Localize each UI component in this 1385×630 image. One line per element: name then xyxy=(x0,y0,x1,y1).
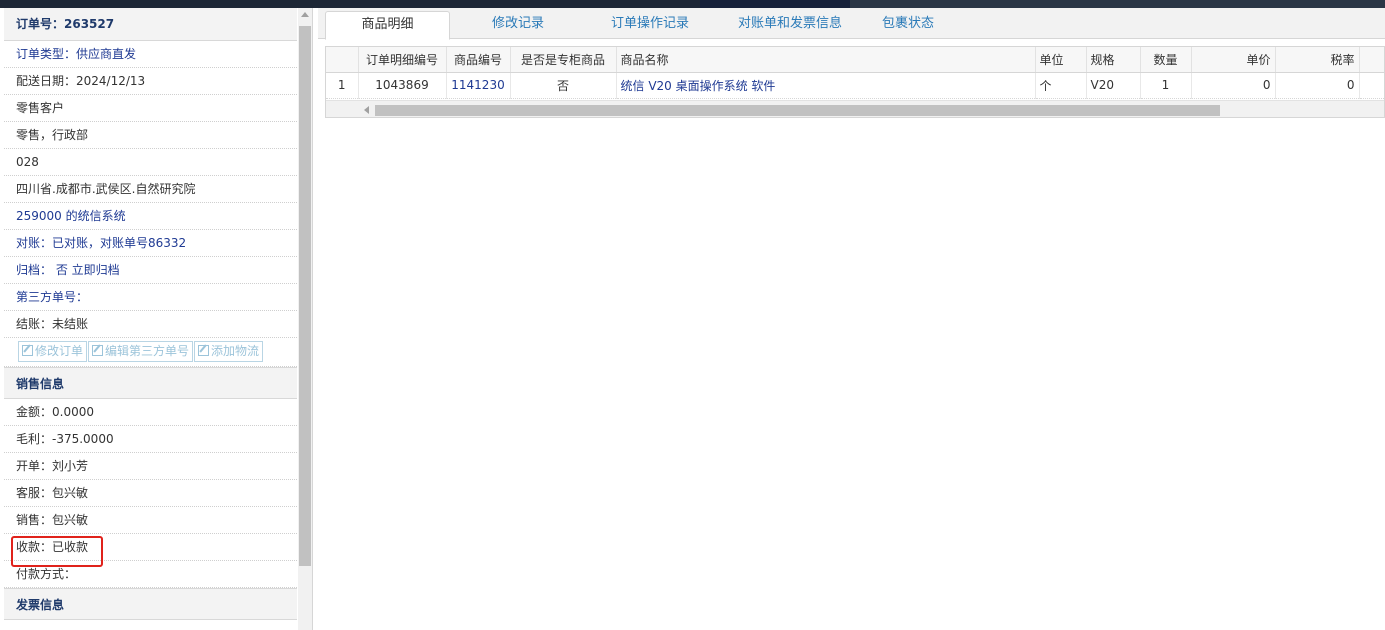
table-horizontal-scrollbar[interactable] xyxy=(326,100,1384,117)
scrollbar-thumb[interactable] xyxy=(299,26,311,566)
column-header-spec[interactable]: 规格 xyxy=(1086,47,1141,73)
add-logistics-button[interactable]: 添加物流 xyxy=(194,341,264,362)
product-table: 订单明细编号 商品编号 是否是专柜商品 商品名称 单位 规格 数量 单价 税率 … xyxy=(325,46,1385,118)
cell-unit-price: 0 xyxy=(1191,72,1276,99)
cell-counter-product: 否 xyxy=(510,72,617,99)
sales-info-row: 毛利：-375.0000 xyxy=(4,426,297,453)
order-info-content: 订单号：263527 订单类型：供应商直发 配送日期：2024/12/13 零售客户… xyxy=(4,8,297,620)
edit-third-party-number-button[interactable]: 编辑第三方单号 xyxy=(88,341,194,362)
cell-tax-rate: 0 xyxy=(1275,72,1360,99)
order-action-buttons: 修改订单 编辑第三方单号 添加物流 xyxy=(4,338,297,367)
order-detail-row: 结账：未结账 xyxy=(4,311,297,338)
order-detail-row: 零售客户 xyxy=(4,95,297,122)
cell-unit: 个 xyxy=(1035,72,1087,99)
scroll-up-icon[interactable] xyxy=(301,12,309,17)
order-detail-row: 配送日期：2024/12/13 xyxy=(4,68,297,95)
payment-status-highlight xyxy=(11,536,103,567)
column-header-quantity[interactable]: 数量 xyxy=(1140,47,1192,73)
column-header-product-name[interactable]: 商品名称 xyxy=(616,47,1036,73)
column-header-index xyxy=(326,47,359,73)
add-logistics-label: 添加物流 xyxy=(211,344,260,358)
order-detail-row[interactable]: 对账：已对账，对账单号86332 xyxy=(4,230,297,257)
column-header-counter-product[interactable]: 是否是专柜商品 xyxy=(510,47,617,73)
order-detail-list: 订单类型：供应商直发 配送日期：2024/12/13 零售客户 零售，行政部 028 四川… xyxy=(4,41,297,338)
cell-quantity: 1 xyxy=(1140,72,1192,99)
sales-info-title: 销售信息 xyxy=(4,367,297,399)
cell-extra xyxy=(1359,72,1384,99)
tab-bar: 商品明细 修改记录 订单操作记录 对账单和发票信息 包裹状态 xyxy=(318,8,1385,40)
tab-product-details[interactable]: 商品明细 xyxy=(325,11,450,40)
column-header-unit[interactable]: 单位 xyxy=(1035,47,1087,73)
order-detail-row: 028 xyxy=(4,149,297,176)
cell-detail-id: 1043869 xyxy=(358,72,447,99)
table-header-row: 订单明细编号 商品编号 是否是专柜商品 商品名称 单位 规格 数量 单价 税率 xyxy=(326,47,1384,73)
horizontal-scrollbar-thumb[interactable] xyxy=(375,105,1220,116)
sales-info-row: 开单：刘小芳 xyxy=(4,453,297,480)
order-detail-row[interactable]: 259000 的统信系统 xyxy=(4,203,297,230)
sales-info-row: 金额：0.0000 xyxy=(4,399,297,426)
edit-icon xyxy=(22,345,33,356)
edit-order-button[interactable]: 修改订单 xyxy=(18,341,88,362)
edit-third-party-number-label: 编辑第三方单号 xyxy=(105,344,190,358)
order-number: 订单号：263527 xyxy=(4,8,297,41)
order-detail-row: 零售，行政部 xyxy=(4,122,297,149)
cell-index: 1 xyxy=(326,72,359,99)
tab-package-status[interactable]: 包裹状态 xyxy=(868,11,948,39)
tab-order-operation-log[interactable]: 订单操作记录 xyxy=(590,11,710,39)
invoice-info-title: 发票信息 xyxy=(4,588,297,620)
top-bar-segment xyxy=(850,0,1385,8)
cell-product-id[interactable]: 1141230 xyxy=(446,72,511,99)
order-detail-row[interactable]: 归档： 否 立即归档 xyxy=(4,257,297,284)
column-header-tax-rate[interactable]: 税率 xyxy=(1275,47,1360,73)
scroll-left-icon[interactable] xyxy=(364,106,369,114)
sales-info-row: 销售：包兴敏 xyxy=(4,507,297,534)
edit-order-label: 修改订单 xyxy=(35,344,84,358)
tab-modification-log[interactable]: 修改记录 xyxy=(463,11,573,39)
edit-icon xyxy=(198,345,210,356)
table-row[interactable]: 1 1043869 1141230 否 统信 V20 桌面操作系统 软件 个 V… xyxy=(326,72,1384,99)
top-bar-segment xyxy=(0,0,700,8)
edit-icon xyxy=(92,345,104,356)
order-detail-row: 四川省.成都市.武侯区.自然研究院 xyxy=(4,176,297,203)
sales-info-row: 客服：包兴敏 xyxy=(4,480,297,507)
cell-spec: V20 xyxy=(1086,72,1141,99)
top-bar-segment xyxy=(700,0,850,8)
column-header-detail-id[interactable]: 订单明细编号 xyxy=(358,47,447,73)
cell-product-name[interactable]: 统信 V20 桌面操作系统 软件 xyxy=(616,72,1036,99)
top-bar xyxy=(0,0,1385,8)
detail-panel: 商品明细 修改记录 订单操作记录 对账单和发票信息 包裹状态 订单明细编号 商品… xyxy=(318,8,1385,630)
column-header-product-id[interactable]: 商品编号 xyxy=(446,47,511,73)
order-detail-row[interactable]: 订单类型：供应商直发 xyxy=(4,41,297,68)
order-info-panel: 订单号：263527 订单类型：供应商直发 配送日期：2024/12/13 零售客户… xyxy=(0,8,313,630)
column-header-extra xyxy=(1359,47,1384,73)
tab-statement-invoice[interactable]: 对账单和发票信息 xyxy=(720,11,860,39)
order-detail-row[interactable]: 第三方单号： xyxy=(4,284,297,311)
column-header-unit-price[interactable]: 单价 xyxy=(1191,47,1276,73)
left-panel-scrollbar[interactable] xyxy=(298,8,312,630)
